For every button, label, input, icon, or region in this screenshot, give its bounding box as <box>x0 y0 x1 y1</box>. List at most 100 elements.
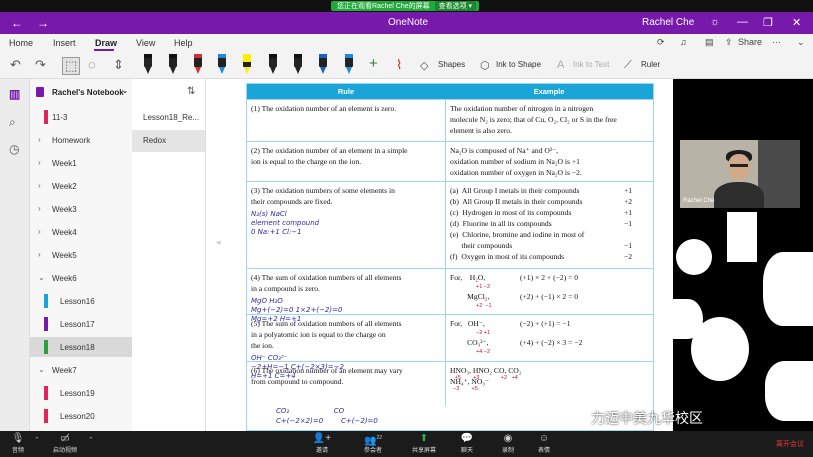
section-group[interactable]: › Homework <box>30 130 132 150</box>
tab-home[interactable]: Home <box>9 38 33 48</box>
ink-replay-icon[interactable]: ⌇ <box>396 57 402 73</box>
participants-button[interactable]: 👥22 参会者 <box>358 432 388 454</box>
ink-to-shape-button[interactable]: Ink to Shape <box>496 60 541 69</box>
ink-to-shape-icon[interactable]: ⬡ <box>480 59 490 72</box>
chevron-down-icon[interactable]: ⌄ <box>38 273 45 282</box>
pen-6[interactable] <box>268 54 278 75</box>
leave-meeting-button[interactable]: 离开会议 <box>776 439 804 449</box>
tab-insert[interactable]: Insert <box>53 38 76 48</box>
example-text: (e) Chlorine, bromine and iodine in most… <box>450 230 585 239</box>
close-icon[interactable]: ✕ <box>792 16 801 29</box>
share-screen-button[interactable]: ⬆ 共享屏幕 <box>410 432 438 454</box>
chevron-right-icon[interactable]: › <box>38 181 41 190</box>
notebook-name: Rachel's Notebook <box>52 88 124 97</box>
expand-pane-icon[interactable]: ◂ <box>216 237 221 248</box>
forward-arrow-icon[interactable]: → <box>37 16 49 30</box>
add-space-icon[interactable]: ⇕ <box>113 57 124 73</box>
participants-count: 22 <box>376 435 382 441</box>
undo-icon[interactable]: ↶ <box>10 57 21 73</box>
example-list-item: (a) All Group I metals in their compound… <box>450 185 650 196</box>
section-group[interactable]: › Week4 <box>30 222 132 242</box>
pen-9[interactable] <box>344 54 354 75</box>
section-group[interactable]: ⌄ Week6 <box>30 268 132 288</box>
section-group[interactable]: › Week1 <box>30 153 132 173</box>
formula: MgCl₂, <box>450 292 490 301</box>
recent-icon[interactable]: ◷ <box>9 142 19 156</box>
tab-draw[interactable]: Draw <box>95 38 117 48</box>
page-item[interactable]: Lesson18_Re... <box>132 107 205 129</box>
add-pen-icon[interactable]: + <box>369 55 378 72</box>
minimize-icon[interactable]: — <box>737 16 748 28</box>
section-group[interactable]: › Week3 <box>30 199 132 219</box>
chevron-right-icon[interactable]: › <box>38 250 41 259</box>
restore-icon[interactable]: ❐ <box>763 16 773 29</box>
text-line: molecule N₂ is zero; that of Cu, O₂, Cl₂… <box>450 115 617 124</box>
section-group[interactable]: › Week5 <box>30 245 132 265</box>
page-canvas[interactable]: ◂ Rule Example (1) The oxidation number … <box>206 79 673 431</box>
pen-1[interactable] <box>143 54 153 75</box>
ruler-icon[interactable]: ⟋ <box>624 59 632 72</box>
section-item[interactable]: Lesson19 <box>30 383 132 403</box>
audio-options-icon[interactable]: ⌃ <box>34 436 40 444</box>
invite-button[interactable]: 👤+ 邀请 <box>310 432 334 454</box>
pen-7[interactable] <box>293 54 303 75</box>
participant-video[interactable]: Rachel Che <box>680 140 800 208</box>
notes-icon[interactable]: ▤ <box>705 37 714 48</box>
notebook-selector[interactable]: Rachel's Notebook ⌄ <box>30 79 132 105</box>
ruler-button[interactable]: Ruler <box>641 60 660 69</box>
tab-view[interactable]: View <box>136 38 155 48</box>
section-item[interactable]: Lesson18 <box>30 337 132 357</box>
collapse-ribbon-icon[interactable]: ⌄ <box>797 37 805 48</box>
pen-4[interactable] <box>217 54 227 75</box>
section-group[interactable]: › Week2 <box>30 176 132 196</box>
more-options-icon[interactable]: ··· <box>772 37 781 47</box>
back-arrow-icon[interactable]: ← <box>11 16 23 30</box>
shapes-icon[interactable]: ◇ <box>420 59 428 72</box>
bell-icon[interactable]: ♫ <box>680 37 687 47</box>
rule-cell: (6) The oxidation number of an element m… <box>251 365 441 387</box>
record-button[interactable]: ◉ 录制 <box>498 432 518 454</box>
start-video-button[interactable]: ▭̸ 启动视频 <box>48 432 82 454</box>
section-item[interactable]: Lesson16 <box>30 291 132 311</box>
redo-icon[interactable]: ↷ <box>35 57 46 73</box>
share-status-pill[interactable]: 您正在观看Rachel Che的屏幕 查看选项 ▾ <box>331 1 479 11</box>
share-icon[interactable]: ⇪ <box>725 37 733 48</box>
highlighter-yellow[interactable] <box>242 54 252 75</box>
page-item-selected[interactable]: Redox <box>132 130 205 152</box>
notebooks-icon[interactable]: ▥ <box>9 87 20 101</box>
share-button[interactable]: Share <box>738 37 762 47</box>
chevron-right-icon[interactable]: › <box>38 135 41 144</box>
chevron-down-icon[interactable]: ⌄ <box>122 87 128 95</box>
sort-icon[interactable]: ⇅ <box>187 86 195 97</box>
pen-8[interactable] <box>318 54 328 75</box>
pen-3[interactable] <box>193 54 203 75</box>
chevron-right-icon[interactable]: › <box>38 158 41 167</box>
lightbulb-icon[interactable]: ☼ <box>710 16 720 28</box>
chat-button[interactable]: 💬 聊天 <box>457 432 477 454</box>
view-options-button[interactable]: 查看选项 ▾ <box>434 1 477 11</box>
sync-icon[interactable]: ⟳ <box>657 37 665 48</box>
ink-to-text-button: Ink to Text <box>573 60 610 69</box>
example-list-item: their compounds −1 <box>450 240 650 251</box>
text-line: (2) The oxidation number of an element i… <box>251 146 408 155</box>
example-cell: HNO₃, HNO₂ CO, CO₂ NH₄⁺, NO₃⁻ +5 +3 +2 +4… <box>450 365 650 392</box>
search-icon[interactable]: ⌕ <box>9 115 16 130</box>
chevron-right-icon[interactable]: › <box>38 227 41 236</box>
tab-help[interactable]: Help <box>174 38 193 48</box>
type-select-icon[interactable]: ⬚ <box>62 57 81 75</box>
section-item[interactable]: Lesson17 <box>30 314 132 334</box>
section-item[interactable]: 11-3 <box>30 107 132 127</box>
chevron-down-icon[interactable]: ⌄ <box>38 365 45 374</box>
audio-button[interactable]: 🎙 音频 <box>8 432 28 454</box>
section-item[interactable]: Lesson20 <box>30 406 132 426</box>
equation: (−2) + (+1) = −1 <box>520 319 571 328</box>
pen-2[interactable] <box>168 54 178 75</box>
section-group[interactable]: ⌄ Week7 <box>30 360 132 380</box>
shapes-button[interactable]: Shapes <box>438 60 465 69</box>
lasso-select-icon[interactable]: ◌ <box>88 57 96 72</box>
user-name[interactable]: Rachel Che <box>642 17 694 28</box>
emoji-button[interactable]: ☺ 表情 <box>534 432 554 454</box>
oxidation-value: −1 <box>624 219 633 228</box>
chevron-right-icon[interactable]: › <box>38 204 41 213</box>
video-options-icon[interactable]: ⌃ <box>88 436 94 444</box>
